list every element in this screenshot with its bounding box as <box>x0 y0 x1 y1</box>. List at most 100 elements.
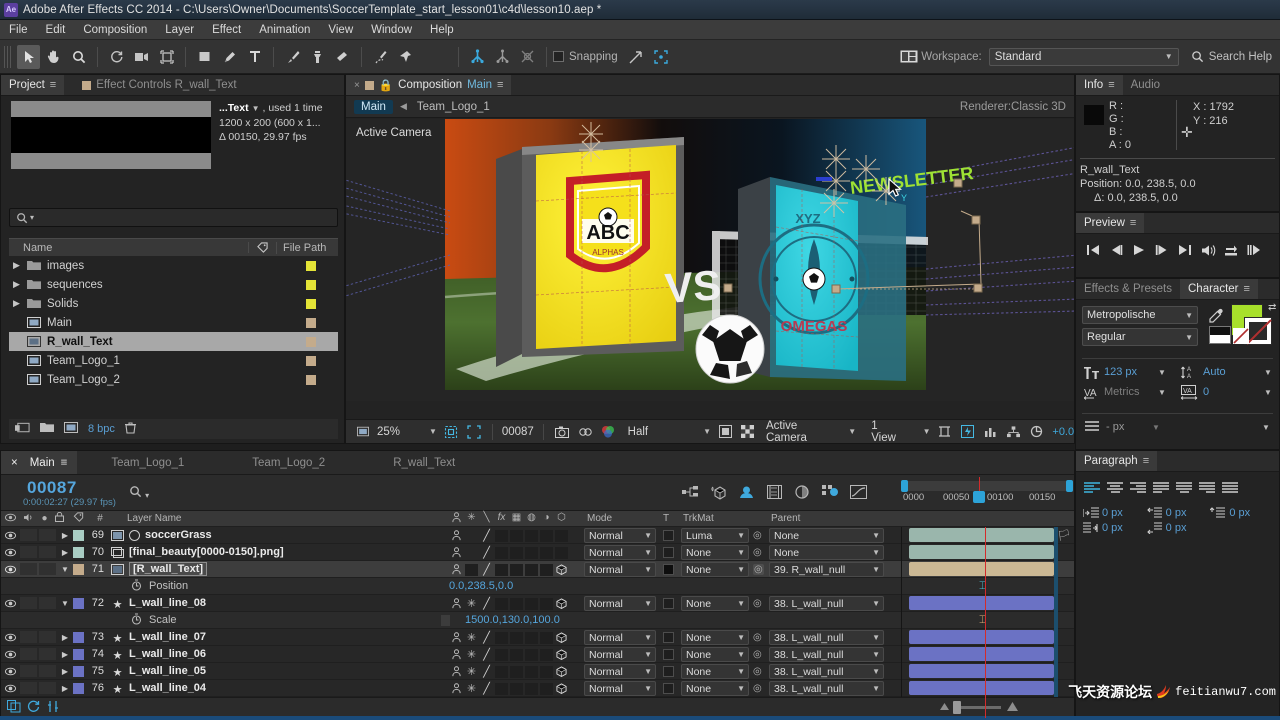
label-color[interactable] <box>73 529 84 541</box>
timeline-tab-team-logo-2[interactable]: Team_Logo_2 <box>236 451 335 474</box>
stroke-width-value[interactable]: - px <box>1106 421 1124 433</box>
chevron-down-icon[interactable]: ▼ <box>1264 388 1272 397</box>
effects-cell[interactable] <box>494 680 509 697</box>
label-color[interactable] <box>73 648 84 660</box>
motion-blur-cell[interactable] <box>524 680 539 697</box>
parent-pickwhip-icon[interactable]: ◎ <box>753 530 762 541</box>
panel-menu-icon[interactable]: ≡ <box>1143 455 1149 467</box>
property-row[interactable]: Position 0.0,238.5,0.0 ⌶ <box>1 578 1074 595</box>
lock-icon[interactable]: 🔒 <box>379 78 393 92</box>
layer-duration-bar[interactable] <box>909 528 1054 542</box>
panel-menu-icon[interactable]: ≡ <box>50 79 56 91</box>
chevron-down-icon[interactable]: ▼ <box>1152 423 1160 432</box>
motion-blur-cell[interactable] <box>524 561 539 578</box>
adjustment-cell[interactable] <box>539 561 554 578</box>
zoom-track[interactable] <box>953 701 1001 714</box>
label-color[interactable] <box>306 298 316 309</box>
solo-toggle-cell[interactable] <box>39 546 56 558</box>
chevron-down-icon[interactable]: ▼ <box>848 427 856 436</box>
solo-toggle-cell[interactable] <box>39 631 56 643</box>
three-d-toggle-icon[interactable] <box>554 595 569 612</box>
project-row-r-wall-text[interactable]: R_wall_Text <box>9 332 338 351</box>
col-file-path[interactable]: File Path <box>276 241 338 254</box>
blend-mode-select[interactable]: Normal ▼ <box>584 596 656 611</box>
table-row[interactable]: ▼ 71 [R_wall_Text] ╱ Normal ▼ None ▼ ◎ 3… <box>1 561 1074 578</box>
color-depth-label[interactable]: 8 bpc <box>88 423 115 435</box>
twirl-icon[interactable]: ▶ <box>58 633 72 642</box>
audio-toggle-cell[interactable] <box>20 563 37 575</box>
three-d-toggle-icon[interactable] <box>554 680 569 697</box>
chevron-down-icon[interactable]: ▼ <box>1264 368 1272 377</box>
justify-last-right-icon[interactable] <box>1198 480 1217 497</box>
blend-mode-select[interactable]: Normal ▼ <box>584 630 656 645</box>
track-matte-select[interactable]: None ▼ <box>681 681 749 696</box>
video-toggle-icon[interactable] <box>1 684 20 693</box>
track-matte-select[interactable]: None ▼ <box>681 596 749 611</box>
adjustment-cell[interactable] <box>539 629 554 646</box>
parent-pickwhip-icon[interactable]: ◎ <box>753 598 762 609</box>
label-color[interactable] <box>306 374 316 385</box>
three-d-toggle-icon[interactable] <box>554 629 569 646</box>
quality-icon[interactable]: ╱ <box>479 544 494 561</box>
video-toggle-icon[interactable] <box>1 531 20 540</box>
space-after-field[interactable]: 0 px <box>1146 522 1209 534</box>
solo-toggle-cell[interactable] <box>39 597 56 609</box>
video-toggle-icon[interactable] <box>1 548 20 557</box>
adjustment-cell[interactable] <box>539 595 554 612</box>
motion-blur-cell[interactable] <box>524 629 539 646</box>
zoom-tool-icon[interactable] <box>67 45 90 69</box>
preserve-transparency-checkbox[interactable] <box>663 564 674 575</box>
parent-select[interactable]: 38. L_wall_null ▼ <box>769 681 884 696</box>
font-style-select[interactable]: Regular ▼ <box>1082 328 1198 346</box>
parent-select[interactable]: 39. R_wall_null ▼ <box>769 562 884 577</box>
label-color[interactable] <box>73 546 84 558</box>
video-toggle-icon[interactable] <box>1 599 20 608</box>
preserve-transparency-checkbox[interactable] <box>663 649 674 660</box>
toolbar-grip[interactable] <box>4 45 13 68</box>
quality-icon[interactable]: ╱ <box>479 663 494 680</box>
collapse-icon[interactable]: ✳ <box>464 629 479 646</box>
table-row[interactable]: ▶ 76 ★ L_wall_line_04 ✳ ╱ Normal▼ None <box>1 680 1074 697</box>
timeline-tab-team-logo-1[interactable]: Team_Logo_1 <box>95 451 194 474</box>
shy-icon[interactable] <box>449 680 464 697</box>
space-before-field[interactable]: 0 px <box>1146 507 1209 519</box>
twirl-icon[interactable]: ▶ <box>58 548 72 557</box>
indent-left-field[interactable]: 0 px <box>1083 507 1145 519</box>
no-fill-swatch[interactable] <box>1209 326 1231 344</box>
chevron-down-icon[interactable]: ▼ <box>429 427 437 436</box>
track-matte-select[interactable]: None ▼ <box>681 630 749 645</box>
chevron-down-icon[interactable]: ▼ <box>703 427 711 436</box>
graph-editor-icon[interactable] <box>849 483 867 501</box>
adjustment-cell[interactable] <box>539 680 554 697</box>
timeline-tab-main[interactable]: × Main ≡ <box>1 451 78 474</box>
menu-animation[interactable]: Animation <box>250 20 319 40</box>
chevron-down-icon[interactable]: ▼ <box>1262 423 1270 432</box>
take-snapshot-icon[interactable] <box>553 423 571 441</box>
chevron-down-icon[interactable]: ▼ <box>1158 388 1166 397</box>
comp-flowchart-icon[interactable] <box>1004 423 1022 441</box>
panel-menu-icon[interactable]: ≡ <box>61 457 68 469</box>
layer-duration-bar[interactable] <box>909 562 1054 576</box>
time-indicator-line[interactable] <box>985 527 986 718</box>
table-row[interactable]: ▶ 75 ★ L_wall_line_05 ✳ ╱ Normal▼ None <box>1 663 1074 680</box>
work-area-bar[interactable] <box>901 480 1073 492</box>
mode-header[interactable]: Mode <box>587 513 612 524</box>
track-matte-select[interactable]: None ▼ <box>681 647 749 662</box>
zoom-out-icon[interactable] <box>939 702 950 714</box>
motion-blur-cell[interactable] <box>524 527 539 544</box>
shy-icon[interactable] <box>449 629 464 646</box>
parent-pickwhip-icon[interactable]: ◎ <box>753 666 762 677</box>
frame-blending-icon[interactable] <box>765 483 783 501</box>
three-d-cell[interactable] <box>554 527 569 544</box>
audio-toggle-cell[interactable] <box>20 546 37 558</box>
workspace-select[interactable]: Standard ▼ <box>988 47 1179 66</box>
timeline-zoom-slider[interactable] <box>939 701 1019 715</box>
panel-menu-icon[interactable]: ≡ <box>497 79 503 91</box>
indent-right-field[interactable]: 0 px <box>1083 522 1145 534</box>
font-size-value[interactable]: 123 px <box>1104 366 1137 378</box>
composition-viewer[interactable]: Active Camera ABC ALPHAS XYZ OMEGAS VS N… <box>346 119 1074 401</box>
adjustment-cell[interactable] <box>539 544 554 561</box>
search-help[interactable]: Search Help <box>1191 50 1272 63</box>
stopwatch-icon[interactable] <box>131 612 142 628</box>
quality-icon[interactable]: ╱ <box>479 527 494 544</box>
